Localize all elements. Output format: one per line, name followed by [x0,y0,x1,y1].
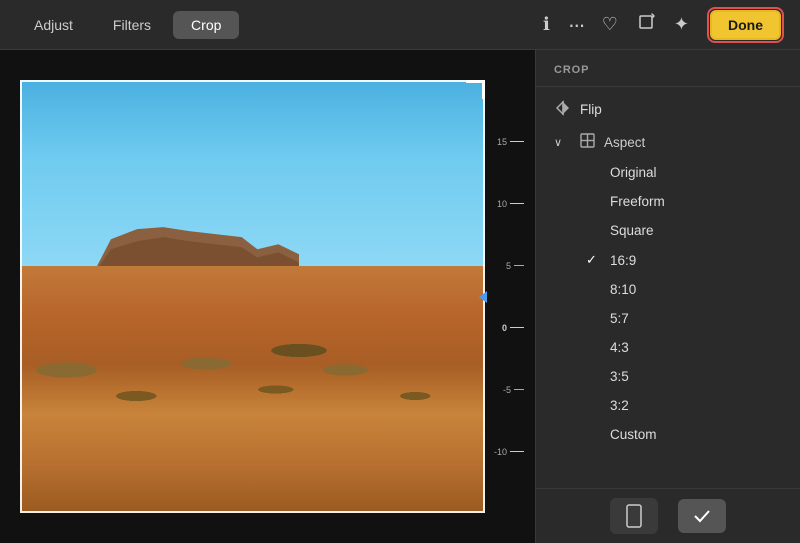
magic-icon[interactable]: ✦ [674,14,689,35]
tick-15: 15 [497,137,524,147]
tab-adjust[interactable]: Adjust [16,11,91,39]
tabs-container: Adjust Filters Crop [16,11,239,39]
info-icon[interactable]: ℹ [543,14,550,35]
toolbar-icons: ℹ ··· ♡ ✦ Done [543,7,784,43]
confirm-check-icon [692,506,712,526]
aspect-label: Aspect [604,135,645,150]
heart-icon[interactable]: ♡ [602,14,618,35]
photo-area: 15 10 5 0 -5 [0,50,535,543]
16-9-check: ✓ [586,252,602,268]
freeform-label: Freeform [610,194,665,209]
aspect-section[interactable]: ∨ Aspect [536,126,800,158]
panel-list: Flip ∨ Aspect Original [536,87,800,488]
5-7-label: 5:7 [610,311,629,326]
scrub-layer [20,318,485,448]
aspect-8-10[interactable]: 8:10 [536,275,800,304]
tick-10: 10 [497,199,524,209]
16-9-label: 16:9 [610,253,636,268]
panel-header: CROP [536,50,800,87]
confirm-button[interactable] [678,499,726,533]
custom-label: Custom [610,427,657,442]
aspect-square[interactable]: Square [536,216,800,245]
aspect-custom[interactable]: Custom [536,420,800,449]
ruler-ticks: 15 10 5 0 -5 [488,137,524,457]
ruler-area: 15 10 5 0 -5 [485,50,527,543]
tick-5: 5 [506,261,524,271]
aspect-4-3[interactable]: 4:3 [536,333,800,362]
crop-rotate-icon[interactable] [636,12,656,37]
tab-crop[interactable]: Crop [173,11,239,39]
tick-minus5: -5 [503,385,524,395]
flip-label: Flip [580,102,602,117]
right-panel: CROP Flip ∨ [535,50,800,543]
main-content: 15 10 5 0 -5 [0,50,800,543]
more-icon[interactable]: ··· [568,12,584,38]
aspect-icon [578,133,596,151]
done-button-wrapper: Done [707,7,784,43]
photo-canvas [20,80,485,513]
flip-icon [554,100,572,119]
aspect-chevron: ∨ [554,136,570,149]
aspect-3-2[interactable]: 3:2 [536,391,800,420]
portrait-icon [624,504,644,528]
aspect-5-7[interactable]: 5:7 [536,304,800,333]
ruler-zero-pointer [479,291,487,303]
aspect-original[interactable]: Original [536,158,800,187]
tick-0: 0 [502,323,524,333]
photo-image [20,80,485,513]
flip-item[interactable]: Flip [536,93,800,126]
tick-minus10: -10 [494,447,524,457]
top-bar: Adjust Filters Crop ℹ ··· ♡ ✦ Done [0,0,800,50]
4-3-label: 4:3 [610,340,629,355]
portrait-button[interactable] [610,498,658,534]
tab-filters[interactable]: Filters [95,11,169,39]
3-5-label: 3:5 [610,369,629,384]
panel-bottom [536,488,800,543]
done-button[interactable]: Done [710,10,781,40]
3-2-label: 3:2 [610,398,629,413]
original-label: Original [610,165,657,180]
square-label: Square [610,223,654,238]
aspect-16-9[interactable]: ✓ 16:9 [536,245,800,275]
8-10-label: 8:10 [610,282,636,297]
aspect-freeform[interactable]: Freeform [536,187,800,216]
aspect-3-5[interactable]: 3:5 [536,362,800,391]
